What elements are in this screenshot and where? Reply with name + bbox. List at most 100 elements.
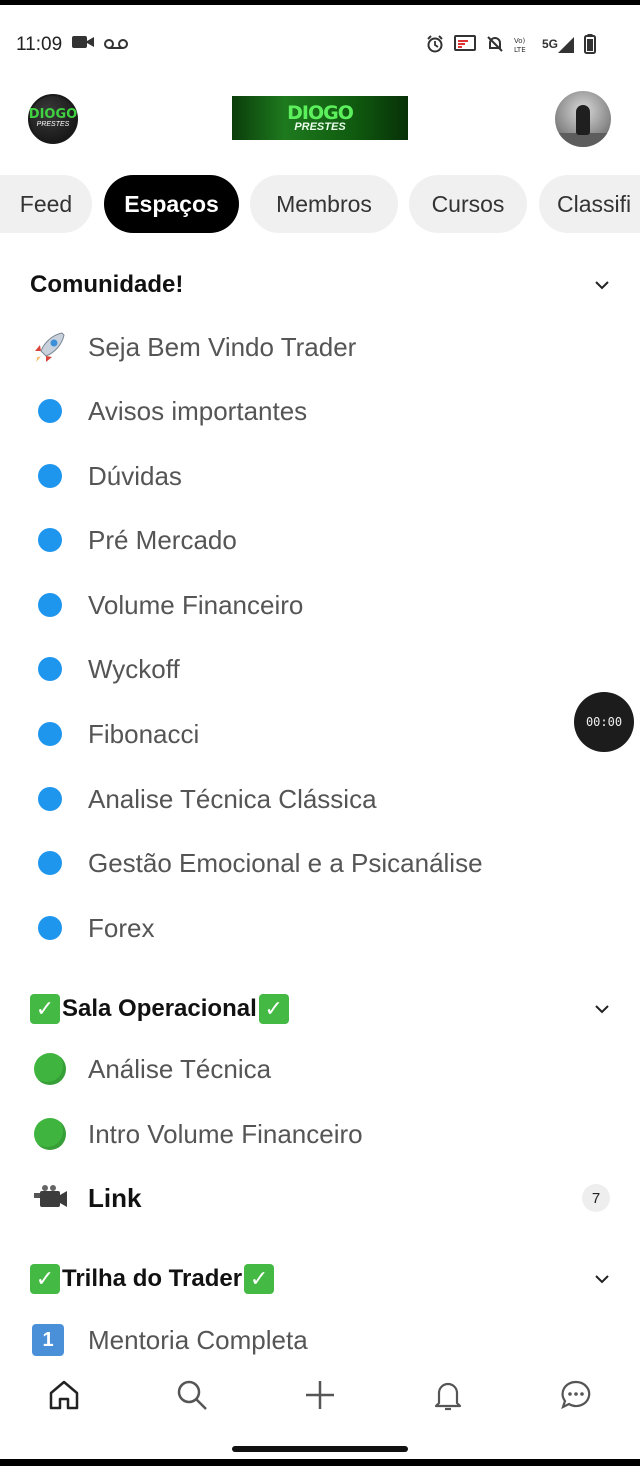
tab-feed[interactable]: Feed xyxy=(0,175,92,233)
battery-icon xyxy=(584,33,596,57)
section-header-comunidade[interactable]: Comunidade! xyxy=(30,263,610,307)
list-item-space[interactable]: Dúvidas xyxy=(32,452,610,500)
list-item-label: Análise Técnica xyxy=(88,1053,272,1084)
keycap-one-icon: 1 xyxy=(32,1324,64,1356)
community-banner[interactable]: DIOGO PRESTES xyxy=(232,96,408,140)
tab-espacos[interactable]: Espaços xyxy=(104,175,239,233)
list-item-space[interactable]: Análise Técnica xyxy=(32,1045,610,1093)
banner-text-secondary: PRESTES xyxy=(294,120,346,133)
tab-classificados[interactable]: Classifi xyxy=(539,175,640,233)
home-icon xyxy=(49,1380,79,1410)
blue-dot-icon xyxy=(38,593,62,617)
check-mark-icon: ✓ xyxy=(30,1264,60,1294)
list-item-label: Seja Bem Vindo Trader xyxy=(88,331,357,362)
nav-home[interactable] xyxy=(32,1363,96,1427)
chat-icon xyxy=(561,1380,591,1410)
check-mark-icon: ✓ xyxy=(244,1264,275,1294)
nav-tabs: Feed Espaços Membros Cursos Classifi xyxy=(0,173,640,235)
avatar-ground xyxy=(555,133,611,147)
list-item-space[interactable]: Volume Financeiro xyxy=(32,581,610,629)
list-item-space[interactable]: Seja Bem Vindo Trader xyxy=(32,323,610,371)
blue-dot-icon xyxy=(38,851,62,875)
tab-label: Feed xyxy=(19,190,73,217)
unread-count-badge: 7 xyxy=(582,1184,610,1212)
logo-text-primary: DIOGO xyxy=(28,107,78,122)
tab-label: Membros xyxy=(276,190,372,217)
tab-cursos[interactable]: Cursos xyxy=(409,175,527,233)
list-item-space[interactable]: Intro Volume Financeiro xyxy=(32,1110,610,1158)
nav-notifications[interactable] xyxy=(416,1363,480,1427)
section-header-trilha-do-trader[interactable]: ✓ Trilha do Trader ✓ xyxy=(30,1257,610,1301)
list-item-label: Wyckoff xyxy=(88,653,180,684)
section-title: Comunidade! xyxy=(30,271,184,298)
voicemail-icon xyxy=(104,34,129,56)
nav-search[interactable] xyxy=(160,1363,224,1427)
list-item-space[interactable]: Wyckoff xyxy=(32,645,610,693)
blue-dot-icon xyxy=(38,722,62,746)
list-item-space[interactable]: Pré Mercado xyxy=(32,516,610,564)
list-item-label: Pré Mercado xyxy=(88,524,237,555)
status-bar: 11:09 Vo) LTE 5G xyxy=(0,5,640,85)
app-header: DIOGO PRESTES DIOGO PRESTES xyxy=(0,85,640,155)
mute-icon xyxy=(486,35,504,56)
list-item-label: Dúvidas xyxy=(88,460,182,491)
nav-create[interactable] xyxy=(288,1363,352,1427)
app-screen: 11:09 Vo) LTE 5G DIOGO PRESTES DIOGO PRE… xyxy=(0,0,640,1466)
section-title-wrap: ✓ Trilha do Trader ✓ xyxy=(30,1264,275,1294)
list-item-label: Volume Financeiro xyxy=(88,589,304,620)
plus-icon xyxy=(306,1381,334,1409)
blue-dot-icon xyxy=(38,399,62,423)
blue-dot-icon xyxy=(38,528,62,552)
chevron-down-icon[interactable] xyxy=(594,1271,610,1287)
status-time: 11:09 xyxy=(16,34,63,55)
list-item-label: Link xyxy=(88,1182,142,1213)
section-title: Trilha do Trader xyxy=(62,1265,243,1292)
list-item-space[interactable]: Forex xyxy=(32,904,610,952)
tab-label: Espaços xyxy=(124,190,219,217)
section-title: Sala Operacional xyxy=(62,995,257,1022)
home-indicator[interactable] xyxy=(232,1446,408,1452)
list-item-space[interactable]: Avisos importantes xyxy=(32,387,610,435)
list-item-label: Avisos importantes xyxy=(88,395,308,426)
check-mark-icon: ✓ xyxy=(258,994,289,1024)
tab-label: Cursos xyxy=(431,190,505,217)
list-item-space[interactable]: 1 Mentoria Completa xyxy=(32,1316,610,1364)
user-avatar[interactable] xyxy=(555,91,611,147)
list-item-label: Analise Técnica Clássica xyxy=(88,783,377,814)
list-item-label: Fibonacci xyxy=(88,718,200,749)
nav-messages[interactable] xyxy=(544,1363,608,1427)
list-item-label: Intro Volume Financeiro xyxy=(88,1118,363,1149)
svg-text:LTE: LTE xyxy=(514,46,526,53)
svg-text:Vo): Vo) xyxy=(514,37,526,45)
list-item-space[interactable]: Analise Técnica Clássica xyxy=(32,775,610,823)
volte-icon: Vo) LTE xyxy=(514,35,532,56)
blue-dot-icon xyxy=(38,657,62,681)
list-item-label: Gestão Emocional e a Psicanálise xyxy=(88,847,483,878)
section-title-wrap: ✓ Sala Operacional ✓ xyxy=(30,994,289,1024)
search-icon xyxy=(177,1380,207,1410)
list-item-space[interactable]: Fibonacci xyxy=(32,710,610,758)
bell-icon xyxy=(434,1382,462,1411)
alarm-icon xyxy=(426,34,444,56)
blue-dot-icon xyxy=(38,787,62,811)
rocket-icon xyxy=(35,332,65,362)
blue-dot-icon xyxy=(38,464,62,488)
list-item-label: Mentoria Completa xyxy=(88,1324,308,1355)
recording-timer[interactable]: 00:00 xyxy=(574,692,634,752)
tab-membros[interactable]: Membros xyxy=(250,175,398,233)
signal-5g-icon: 5G xyxy=(542,37,574,53)
video-camera-icon xyxy=(34,1185,67,1207)
section-header-sala-operacional[interactable]: ✓ Sala Operacional ✓ xyxy=(30,987,610,1031)
timer-text: 00:00 xyxy=(585,715,623,729)
list-item-space[interactable]: Link 7 xyxy=(32,1174,610,1222)
logo-text-secondary: PRESTES xyxy=(36,121,70,128)
chevron-down-icon[interactable] xyxy=(594,277,610,293)
chevron-down-icon[interactable] xyxy=(594,1001,610,1017)
community-logo[interactable]: DIOGO PRESTES xyxy=(28,94,78,144)
green-circle-icon xyxy=(34,1118,66,1150)
video-camera-icon xyxy=(72,34,95,56)
avatar-figure xyxy=(576,105,590,135)
blue-dot-icon xyxy=(38,916,62,940)
list-item-label: Forex xyxy=(88,912,155,943)
list-item-space[interactable]: Gestão Emocional e a Psicanálise xyxy=(32,839,610,887)
